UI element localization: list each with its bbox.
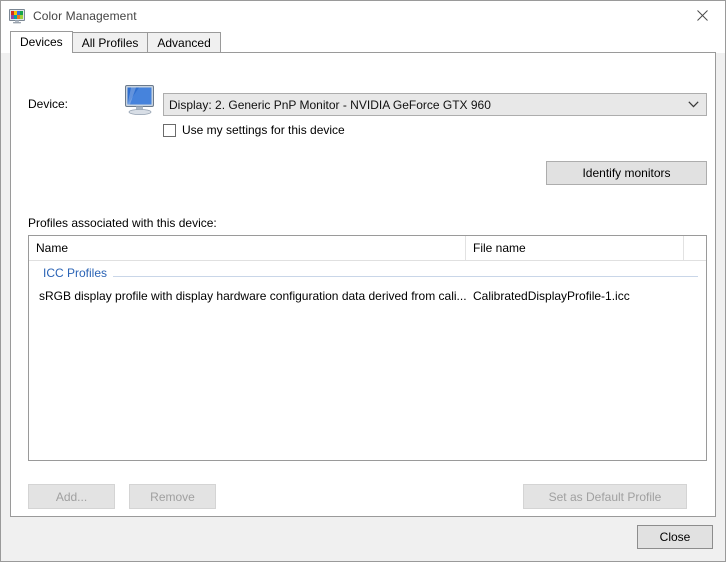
column-header-filler: [684, 236, 706, 260]
use-my-settings-label: Use my settings for this device: [182, 123, 345, 137]
chevron-down-icon: [688, 94, 699, 115]
devices-tab-page: Device: Display: 2. Generic PnP Monitor …: [10, 53, 716, 558]
remove-profile-button[interactable]: Remove: [129, 484, 216, 509]
tab-all-profiles[interactable]: All Profiles: [71, 32, 149, 53]
table-row[interactable]: sRGB display profile with display hardwa…: [29, 285, 706, 306]
column-header-file-name[interactable]: File name: [466, 236, 684, 260]
device-label: Device:: [28, 97, 69, 111]
device-select[interactable]: Display: 2. Generic PnP Monitor - NVIDIA…: [163, 93, 707, 116]
close-icon[interactable]: [679, 1, 725, 30]
set-as-default-profile-button[interactable]: Set as Default Profile: [523, 484, 687, 509]
list-group-icc-profiles: ICC Profiles: [29, 263, 706, 285]
tab-advanced[interactable]: Advanced: [147, 32, 221, 53]
device-select-value: Display: 2. Generic PnP Monitor - NVIDIA…: [169, 97, 491, 112]
profile-name-cell: sRGB display profile with display hardwa…: [39, 288, 466, 303]
profiles-caption: Profiles associated with this device:: [28, 216, 217, 230]
close-button[interactable]: Close: [637, 525, 713, 549]
dialog-footer: Close: [1, 517, 725, 561]
profile-file-name-cell: CalibratedDisplayProfile-1.icc: [473, 288, 630, 303]
group-title-label: ICC Profiles: [43, 263, 114, 283]
color-monitor-icon: [9, 8, 25, 24]
column-header-name[interactable]: Name: [29, 236, 466, 260]
group-divider: [43, 276, 698, 277]
tab-devices[interactable]: Devices: [10, 31, 73, 53]
color-management-window: Color Management Devices All Profiles Ad…: [0, 0, 726, 562]
title-bar: Color Management: [1, 1, 725, 31]
identify-monitors-button[interactable]: Identify monitors: [546, 161, 707, 185]
use-my-settings-checkbox[interactable]: Use my settings for this device: [163, 123, 345, 137]
window-title: Color Management: [33, 9, 137, 23]
checkbox-box: [163, 123, 176, 137]
profiles-list[interactable]: Name File name ICC Profiles sRGB display…: [28, 235, 707, 461]
monitor-icon: [123, 84, 159, 116]
add-profile-button[interactable]: Add...: [28, 484, 115, 509]
tab-strip: Devices All Profiles Advanced: [1, 31, 725, 53]
list-header: Name File name: [29, 236, 706, 261]
